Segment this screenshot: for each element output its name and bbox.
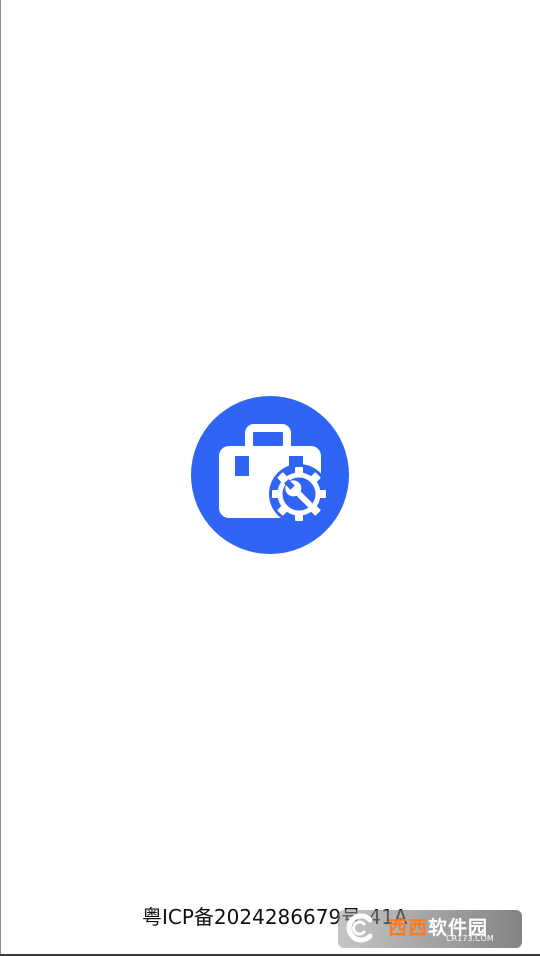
- source-watermark: 西西软件园 CR173.COM: [338, 910, 522, 948]
- watermark-brand-highlight: 西西: [388, 917, 429, 939]
- app-logo: [191, 396, 349, 554]
- watermark-url: CR173.COM: [446, 934, 494, 943]
- toolbox-gear-icon: [219, 424, 329, 524]
- watermark-logo-icon: [346, 913, 373, 943]
- screen-edge: [0, 0, 1, 956]
- splash-screen: 粤ICP备2024286679号-41A 西西软件园 CR173.COM: [0, 0, 540, 956]
